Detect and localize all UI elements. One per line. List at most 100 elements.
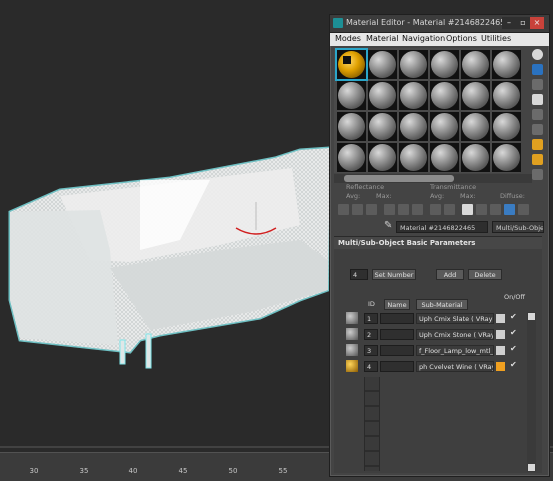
- material-editor-window: Material Editor - Material #2146822465 –…: [329, 14, 550, 477]
- make-unique-icon[interactable]: [412, 204, 423, 215]
- reset-map-icon[interactable]: [384, 204, 395, 215]
- submaterial-name[interactable]: [380, 313, 414, 324]
- rollout-title[interactable]: Multi/Sub-Object Basic Parameters: [334, 237, 542, 249]
- submaterial-id[interactable]: 1: [364, 313, 378, 324]
- background-icon[interactable]: [532, 79, 543, 90]
- submaterial-button[interactable]: Uph Cmix Slate ( VRayMtl ): [416, 313, 494, 324]
- material-slot[interactable]: [399, 112, 428, 141]
- sample-type-icon[interactable]: [532, 49, 543, 60]
- menu-material[interactable]: Material: [366, 34, 399, 43]
- material-slot[interactable]: [368, 143, 397, 172]
- menu-utilities[interactable]: Utilities: [481, 34, 511, 43]
- material-slot[interactable]: [430, 143, 459, 172]
- submaterial-button[interactable]: f_Floor_Lamp_low_mtl_1 (: [416, 345, 494, 356]
- close-button[interactable]: ×: [530, 17, 544, 29]
- checker-icon: [343, 56, 351, 64]
- submaterial-color-swatch[interactable]: [496, 330, 505, 339]
- material-slot[interactable]: [461, 50, 490, 79]
- material-slot[interactable]: [337, 81, 366, 110]
- options-icon[interactable]: [532, 139, 543, 150]
- material-slot[interactable]: [399, 81, 428, 110]
- checkbox-checked-icon[interactable]: ✔: [510, 328, 517, 337]
- material-slot[interactable]: [492, 112, 521, 141]
- submaterial-preview[interactable]: [346, 328, 358, 340]
- material-slot[interactable]: [399, 143, 428, 172]
- maximize-button[interactable]: ▫: [516, 17, 530, 29]
- eyedropper-icon[interactable]: ✎: [384, 220, 392, 231]
- submaterial-id[interactable]: 2: [364, 329, 378, 340]
- submaterial-scrollbar[interactable]: [527, 312, 536, 472]
- copy-material-icon[interactable]: [398, 204, 409, 215]
- set-number-button[interactable]: Set Number: [372, 269, 416, 280]
- put-to-scene-icon[interactable]: [352, 204, 363, 215]
- material-slot[interactable]: [337, 112, 366, 141]
- material-type-button[interactable]: Multi/Sub-Object: [492, 221, 544, 233]
- submaterial-button[interactable]: Uph Cmix Stone ( VRayMtl ): [416, 329, 494, 340]
- material-slot[interactable]: [492, 143, 521, 172]
- count-field[interactable]: 4: [350, 269, 368, 280]
- submaterial-button[interactable]: ph Cvelvet Wine ( VRayMtl ): [416, 361, 494, 372]
- submaterial-id[interactable]: 4: [364, 361, 378, 372]
- submaterial-name[interactable]: [380, 345, 414, 356]
- submaterial-color-swatch[interactable]: [496, 346, 505, 355]
- menu-options[interactable]: Options: [446, 34, 477, 43]
- material-slot[interactable]: [430, 50, 459, 79]
- submaterial-color-swatch[interactable]: [496, 362, 505, 371]
- submaterial-preview[interactable]: [346, 360, 358, 372]
- material-slot-grid: [334, 48, 521, 173]
- material-slot[interactable]: [461, 81, 490, 110]
- backlight-icon[interactable]: [532, 64, 543, 75]
- checkbox-checked-icon[interactable]: ✔: [510, 312, 517, 321]
- material-slot[interactable]: [492, 50, 521, 79]
- submaterial-id[interactable]: 3: [364, 345, 378, 356]
- material-slot[interactable]: [430, 112, 459, 141]
- show-map-icon[interactable]: [462, 204, 473, 215]
- checkbox-checked-icon[interactable]: ✔: [510, 360, 517, 369]
- go-forward-icon[interactable]: [504, 204, 515, 215]
- pick-from-object-icon[interactable]: [518, 204, 529, 215]
- column-name[interactable]: Name: [384, 299, 410, 310]
- material-slot[interactable]: [461, 112, 490, 141]
- menu-modes[interactable]: Modes: [335, 34, 361, 43]
- submaterial-row: 3 f_Floor_Lamp_low_mtl_1 ( ✔: [334, 343, 524, 358]
- minimize-button[interactable]: –: [502, 17, 516, 29]
- make-preview-icon[interactable]: [532, 124, 543, 135]
- delete-button[interactable]: Delete: [468, 269, 502, 280]
- column-sub-material[interactable]: Sub-Material: [416, 299, 468, 310]
- submaterial-name[interactable]: [380, 361, 414, 372]
- submaterial-preview[interactable]: [346, 344, 358, 356]
- material-slot[interactable]: [368, 81, 397, 110]
- put-to-library-icon[interactable]: [430, 204, 441, 215]
- submaterial-preview[interactable]: [346, 312, 358, 324]
- material-slot[interactable]: [337, 143, 366, 172]
- material-navigator-icon[interactable]: [532, 169, 543, 180]
- material-slot[interactable]: [368, 112, 397, 141]
- add-button[interactable]: Add: [436, 269, 464, 280]
- column-id: ID: [368, 300, 375, 308]
- material-name-combo[interactable]: Material #2146822465: [396, 221, 488, 233]
- uv-tiling-icon[interactable]: [532, 94, 543, 105]
- scroll-up-icon[interactable]: [528, 313, 535, 320]
- material-slot[interactable]: [430, 81, 459, 110]
- menu-bar: Modes Material Navigation Options Utilit…: [330, 33, 549, 46]
- material-slot-selected[interactable]: [337, 50, 366, 79]
- show-end-result-icon[interactable]: [476, 204, 487, 215]
- scroll-down-icon[interactable]: [528, 464, 535, 471]
- select-by-material-icon[interactable]: [532, 154, 543, 165]
- material-slot[interactable]: [492, 81, 521, 110]
- get-material-icon[interactable]: [338, 204, 349, 215]
- material-slot[interactable]: [399, 50, 428, 79]
- submaterial-name[interactable]: [380, 329, 414, 340]
- material-slot[interactable]: [461, 143, 490, 172]
- submaterial-row: 1 Uph Cmix Slate ( VRayMtl ) ✔: [334, 311, 524, 326]
- menu-navigation[interactable]: Navigation: [402, 34, 445, 43]
- submaterial-color-swatch[interactable]: [496, 314, 505, 323]
- material-slot[interactable]: [368, 50, 397, 79]
- title-bar[interactable]: Material Editor - Material #2146822465 –…: [330, 15, 549, 33]
- material-id-icon[interactable]: [444, 204, 455, 215]
- slot-scrollbar[interactable]: [334, 174, 532, 183]
- assign-material-icon[interactable]: [366, 204, 377, 215]
- checkbox-checked-icon[interactable]: ✔: [510, 344, 517, 353]
- go-to-parent-icon[interactable]: [490, 204, 501, 215]
- video-check-icon[interactable]: [532, 109, 543, 120]
